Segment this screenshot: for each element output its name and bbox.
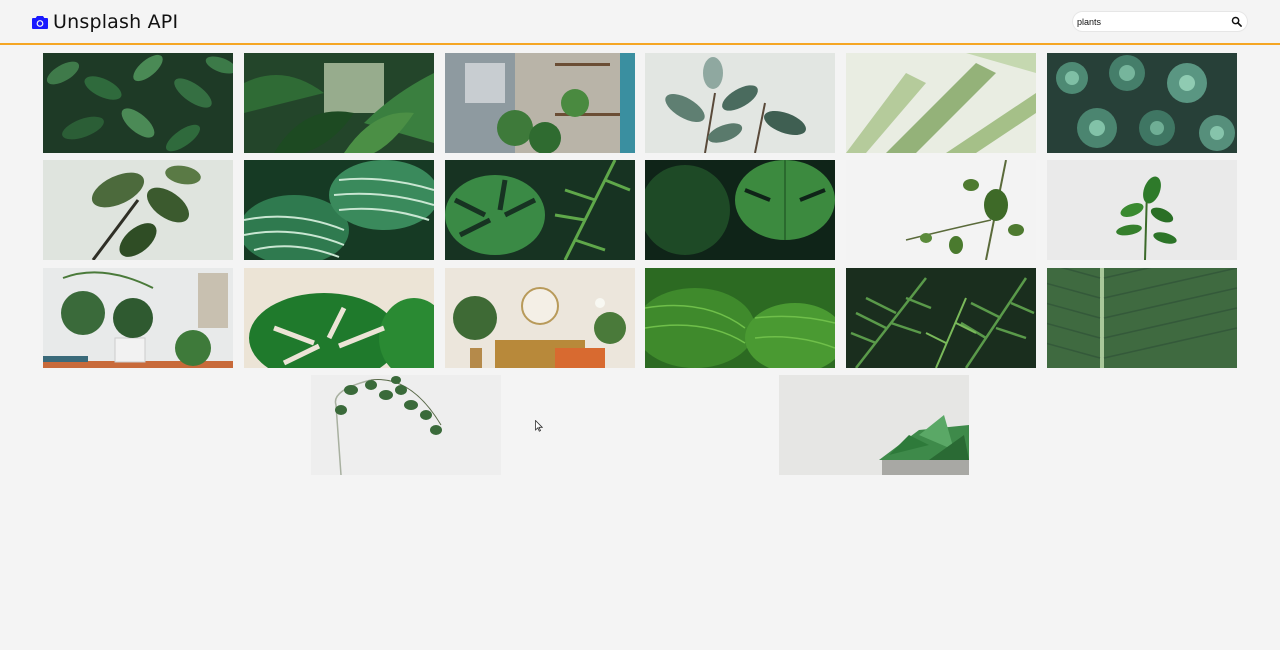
camera-icon: [32, 16, 48, 29]
photo-tile[interactable]: [244, 268, 434, 368]
photo-small-plant-sprig: [1047, 160, 1237, 260]
photo-fiddle-leaf-fig: [43, 160, 233, 260]
photo-tile[interactable]: [645, 160, 835, 260]
photo-tile[interactable]: [445, 160, 635, 260]
photo-tile[interactable]: [846, 268, 1036, 368]
photo-tile[interactable]: [244, 160, 434, 260]
photo-tile[interactable]: [645, 268, 835, 368]
top-navbar: Unsplash API: [0, 0, 1280, 45]
photo-tile[interactable]: [1047, 160, 1237, 260]
photo-blurred-palm-leaves: [846, 53, 1036, 153]
photo-succulent-in-pot: [779, 375, 969, 475]
search-input[interactable]: [1077, 14, 1227, 29]
photo-tile[interactable]: [311, 375, 501, 475]
photo-striped-calathea: [244, 160, 434, 260]
search-box: [1073, 12, 1247, 31]
photo-monstera-leaf-beige: [244, 268, 434, 368]
photo-tile[interactable]: [43, 53, 233, 153]
photo-tile[interactable]: [846, 53, 1036, 153]
search-icon[interactable]: [1231, 16, 1242, 27]
photo-eucalyptus-sprig: [846, 160, 1036, 260]
photo-tile[interactable]: [244, 53, 434, 153]
photo-succulent-rosettes: [1047, 53, 1237, 153]
photo-hanging-eucalyptus: [311, 375, 501, 475]
photo-tile[interactable]: [779, 375, 969, 475]
photo-tile[interactable]: [1047, 53, 1237, 153]
photo-tile[interactable]: [1047, 268, 1237, 368]
photo-tile[interactable]: [445, 268, 635, 368]
photo-leaf-texture: [1047, 268, 1237, 368]
photo-tile[interactable]: [645, 53, 835, 153]
photo-tile[interactable]: [43, 268, 233, 368]
brand-logo[interactable]: Unsplash API: [32, 11, 178, 33]
photo-cafe-plants: [445, 53, 635, 153]
photo-tropical-jungle: [244, 53, 434, 153]
photo-monstera-and-fern: [445, 160, 635, 260]
photo-tile[interactable]: [846, 160, 1036, 260]
photo-dark-monstera: [645, 160, 835, 260]
photo-dense-green-leaves: [43, 53, 233, 153]
photo-tile[interactable]: [445, 53, 635, 153]
photo-tile[interactable]: [43, 160, 233, 260]
photo-rubber-plant-stems: [645, 53, 835, 153]
mouse-pointer-icon: [535, 420, 543, 432]
photo-houseplant-shelf: [43, 268, 233, 368]
photo-green-leaf-closeup: [645, 268, 835, 368]
app-title: Unsplash API: [53, 11, 179, 33]
photo-modern-living-room: [445, 268, 635, 368]
photo-palm-fronds: [846, 268, 1036, 368]
